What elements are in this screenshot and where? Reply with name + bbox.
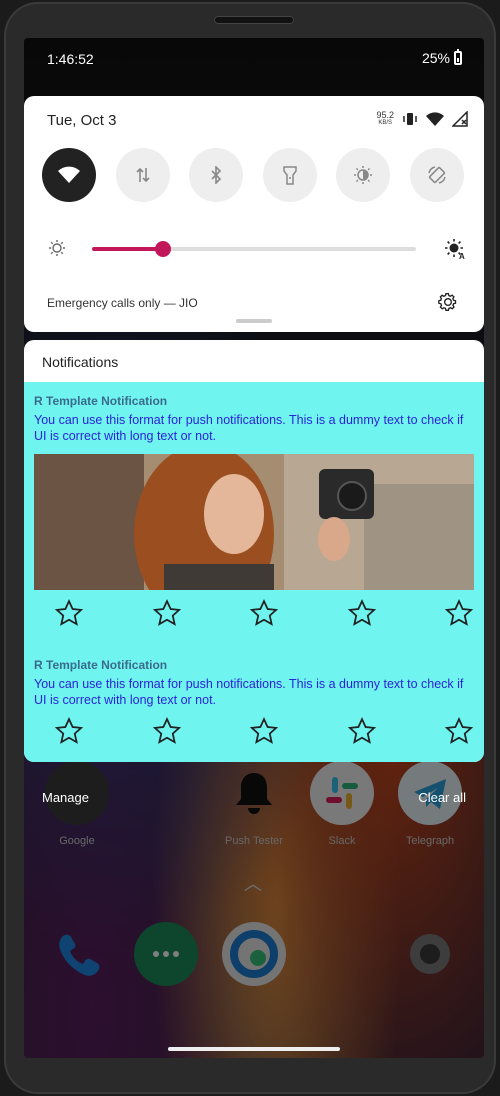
- status-time: 1:46:52: [47, 51, 94, 67]
- svg-text:A: A: [459, 252, 465, 260]
- star-icon[interactable]: [54, 598, 84, 628]
- gesture-nav-bar[interactable]: [168, 1047, 340, 1051]
- wifi-status-icon: [426, 112, 444, 126]
- vibrate-icon: [403, 113, 417, 125]
- star-icon[interactable]: [249, 716, 279, 746]
- shade-drag-handle[interactable]: [236, 319, 272, 323]
- night-light-icon: [354, 166, 373, 184]
- clear-all-button[interactable]: Clear all: [418, 790, 466, 805]
- qs-status-icons: 95.2 KB/S: [376, 111, 468, 127]
- battery-icon: [454, 49, 462, 65]
- auto-brightness-icon[interactable]: A: [444, 238, 466, 260]
- tile-night-light[interactable]: [336, 148, 391, 202]
- notifications-panel: Notifications R Template Notification Yo…: [24, 340, 484, 762]
- carrier-status: Emergency calls only — JIO: [47, 296, 198, 310]
- star-icon[interactable]: [347, 716, 377, 746]
- no-signal-icon: [452, 111, 468, 127]
- star-icon[interactable]: [444, 716, 474, 746]
- bluetooth-icon: [211, 166, 222, 184]
- battery-percent: 25%: [421, 50, 450, 66]
- tile-mobile-data[interactable]: [115, 148, 170, 202]
- tile-bluetooth[interactable]: [189, 148, 244, 202]
- rotate-icon: [428, 166, 446, 184]
- tile-auto-rotate[interactable]: [409, 148, 464, 202]
- earpiece-speaker: [214, 16, 294, 24]
- notification-title: R Template Notification: [34, 658, 168, 672]
- brightness-slider-thumb[interactable]: [155, 241, 172, 257]
- network-speed-value: 95.2: [376, 110, 394, 120]
- network-speed-unit: KB/S: [378, 120, 393, 126]
- star-icon[interactable]: [54, 716, 84, 746]
- quick-tiles-row: [42, 148, 464, 202]
- notification-title: R Template Notification: [34, 394, 168, 408]
- rating-stars-row: [54, 716, 474, 746]
- brightness-slider-fill: [92, 247, 164, 251]
- manage-button[interactable]: Manage: [42, 790, 89, 805]
- wifi-icon: [58, 166, 80, 183]
- flashlight-icon: [283, 166, 297, 185]
- gear-icon[interactable]: [438, 292, 458, 312]
- network-speed: 95.2 KB/S: [376, 111, 394, 127]
- brightness-low-icon: [49, 240, 65, 256]
- phone-screen: Google Push Tester Slack Telegraph ︿: [24, 38, 484, 1058]
- tile-flashlight[interactable]: [262, 148, 317, 202]
- notifications-header: Notifications: [42, 354, 119, 370]
- star-icon[interactable]: [444, 598, 474, 628]
- star-icon[interactable]: [152, 598, 182, 628]
- tile-wifi[interactable]: [42, 148, 96, 202]
- notification-text: You can use this format for push notific…: [34, 677, 464, 707]
- quick-settings-panel: Tue, Oct 3 95.2 KB/S A Emergency calls o…: [24, 96, 484, 332]
- star-icon[interactable]: [152, 716, 182, 746]
- qs-date: Tue, Oct 3: [47, 112, 117, 129]
- star-icon[interactable]: [347, 598, 377, 628]
- phone-frame: Google Push Tester Slack Telegraph ︿: [4, 2, 496, 1094]
- status-battery: 25%: [421, 49, 462, 66]
- star-icon[interactable]: [249, 598, 279, 628]
- notification-image: [34, 454, 474, 590]
- brightness-slider-row: A: [44, 236, 466, 262]
- rating-stars-row: [54, 598, 474, 628]
- brightness-slider[interactable]: [92, 241, 416, 257]
- data-arrows-icon: [136, 167, 150, 183]
- notification-text: You can use this format for push notific…: [34, 413, 464, 443]
- notification-card[interactable]: R Template Notification You can use this…: [24, 382, 484, 762]
